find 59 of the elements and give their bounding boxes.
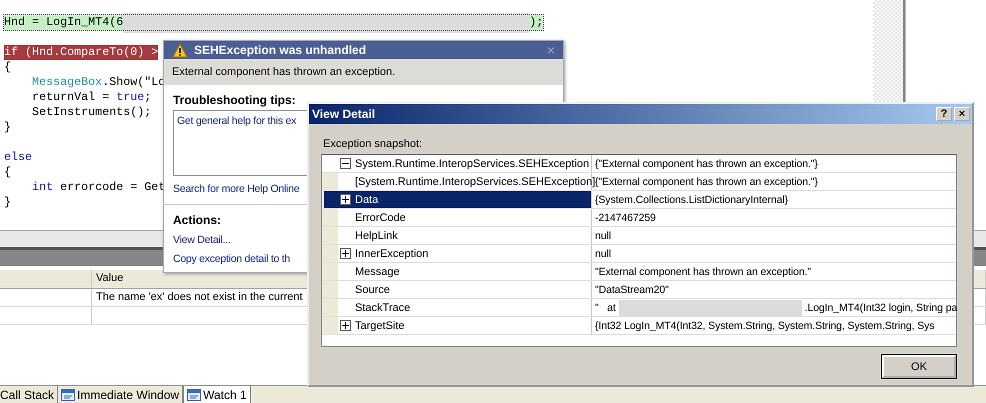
property-name[interactable]: StackTrace — [324, 299, 592, 316]
grid-row[interactable]: [System.Runtime.InteropServices.SEHException]{"External component has thrown an exception."} — [322, 173, 956, 191]
ok-button[interactable]: OK — [882, 355, 956, 378]
property-value: -2147467259 — [594, 210, 657, 226]
expand-icon[interactable] — [340, 248, 351, 259]
window-icon — [61, 388, 76, 400]
section-heading: Troubleshooting tips: — [173, 93, 296, 107]
property-name[interactable]: Source — [324, 281, 592, 298]
code-line: else — [4, 150, 32, 165]
panel-tab[interactable]: Call Stack — [0, 386, 58, 403]
code-line: { — [4, 165, 12, 180]
property-name[interactable]: TargetSite — [324, 317, 592, 334]
expand-icon[interactable] — [340, 320, 351, 331]
grid-row[interactable]: Data {System.Collections.ListDictionaryInternal} — [322, 191, 956, 209]
collapse-icon[interactable] — [340, 158, 351, 169]
code-line: int errorcode = Get — [31, 180, 166, 195]
action-link[interactable]: Copy exception detail to th — [173, 252, 290, 266]
popup-title: SEHException was unhandled — [194, 43, 368, 57]
property-name[interactable]: Data — [324, 191, 592, 208]
property-name[interactable]: HelpLink — [324, 227, 592, 244]
grid-row[interactable]: ErrorCode -2147467259 — [322, 209, 956, 227]
expand-icon[interactable] — [340, 194, 351, 205]
section-heading: Actions: — [173, 213, 221, 227]
property-value: null — [594, 246, 612, 262]
help-button[interactable]: ? — [936, 107, 952, 121]
code-line: SetInstruments(); — [31, 105, 152, 120]
window-title: View Detail — [312, 107, 376, 121]
code-line: MessageBox.Show("Lo — [31, 75, 166, 90]
grid-row[interactable]: StackTrace " at .LogIn_MT4(Int32 login, String pa — [322, 299, 956, 317]
property-name[interactable]: [System.Runtime.InteropServices.SEHException] — [324, 173, 592, 190]
code-line: { — [4, 60, 12, 75]
field-label: Exception snapshot: — [323, 138, 424, 150]
code-line: returnVal = true; — [31, 90, 152, 105]
panel-tab[interactable]: Watch 1 — [183, 386, 251, 403]
grid-row[interactable]: Source "DataStream20" — [322, 281, 956, 299]
panel-tab[interactable]: Immediate Window — [58, 386, 184, 403]
action-link[interactable]: View Detail... — [173, 233, 231, 247]
property-value: {"External component has thrown an exception."} — [594, 174, 819, 190]
property-name[interactable]: System.Runtime.InteropServices.SEHException — [338, 155, 592, 172]
grid-row[interactable]: Message "External component has thrown an exception." — [322, 263, 956, 281]
code-line: } — [4, 195, 12, 210]
window-icon — [187, 388, 202, 400]
grid-row[interactable]: System.Runtime.InteropServices.SEHException {"External component has thrown an exception."} — [322, 155, 956, 173]
warning-icon — [172, 42, 188, 58]
grid-row[interactable]: HelpLink null — [322, 227, 956, 245]
help-link[interactable]: Search for more Help Online — [173, 182, 300, 196]
grid-row[interactable]: TargetSite {Int32 LogIn_MT4(Int32, System.String, System.String, System.String, Sys — [322, 317, 956, 335]
property-value: {System.Collections.ListDictionaryInternal} — [594, 192, 789, 208]
exception-message: External component has thrown an exception. — [164, 59, 563, 85]
code-line: } — [4, 120, 12, 135]
property-name[interactable]: InnerException — [324, 245, 592, 262]
grid-row[interactable]: InnerException null — [322, 245, 956, 263]
property-name[interactable]: ErrorCode — [324, 209, 592, 226]
property-name[interactable]: Message — [324, 263, 592, 280]
property-value: {"External component has thrown an exception."} — [594, 156, 819, 172]
property-value: "External component has thrown an exception." — [594, 264, 812, 280]
property-value: {Int32 LogIn_MT4(Int32, System.String, System.String, System.String, Sys — [594, 318, 936, 334]
property-value: null — [594, 228, 612, 244]
close-button[interactable]: × — [954, 107, 970, 121]
